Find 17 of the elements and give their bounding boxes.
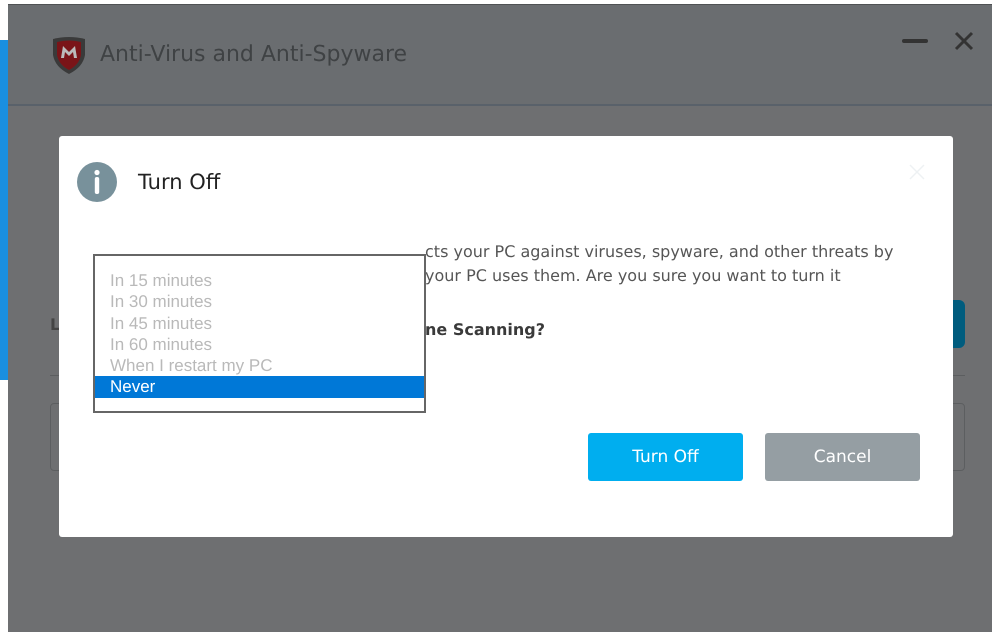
close-icon[interactable] bbox=[954, 30, 974, 50]
turn-off-button[interactable]: Turn Off bbox=[588, 433, 743, 481]
dropdown-option[interactable]: In 30 minutes bbox=[95, 291, 424, 313]
cancel-button[interactable]: Cancel bbox=[765, 433, 920, 481]
dropdown-option[interactable]: In 60 minutes bbox=[95, 334, 424, 356]
dialog-title: Turn Off bbox=[138, 170, 220, 194]
minimize-icon[interactable] bbox=[902, 38, 928, 44]
message-text: your PC uses them. Are you sure you want to turn it bbox=[425, 265, 842, 287]
action-button[interactable] bbox=[953, 300, 965, 348]
dropdown-option[interactable]: When I restart my PC bbox=[95, 355, 424, 376]
info-icon bbox=[77, 162, 117, 202]
dropdown-option[interactable]: In 15 minutes bbox=[95, 270, 424, 292]
shield-logo-icon bbox=[50, 34, 88, 74]
dropdown-option[interactable]: Never bbox=[95, 376, 424, 398]
dropdown-option[interactable]: In 45 minutes bbox=[95, 312, 424, 334]
message-text: cts your PC against viruses, spyware, and other threats by bbox=[425, 241, 894, 263]
question-text: ne Scanning? bbox=[425, 320, 546, 339]
